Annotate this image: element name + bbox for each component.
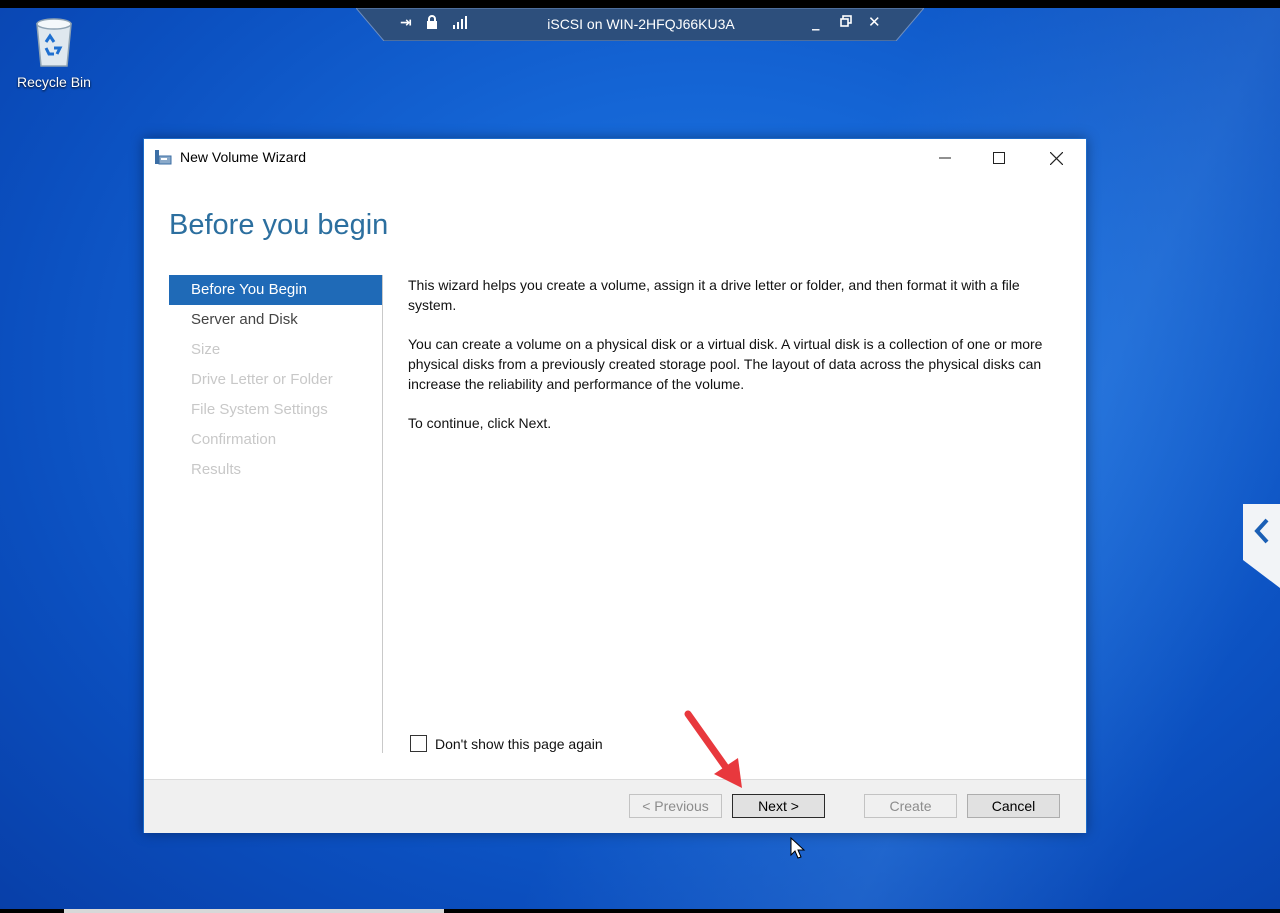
mouse-cursor-icon <box>790 837 806 859</box>
nav-step-file-system: File System Settings <box>191 401 328 418</box>
wizard-footer: < Previous Next > Create Cancel <box>144 779 1086 833</box>
minimize-icon <box>939 157 951 159</box>
continue-instruction: To continue, click Next. <box>408 415 552 431</box>
intro-paragraph: This wizard helps you create a volume, a… <box>408 277 1020 313</box>
recycle-bin-icon <box>36 18 72 67</box>
dont-show-checkbox[interactable] <box>410 735 427 752</box>
nav-step-server-and-disk[interactable]: Server and Disk <box>169 305 382 335</box>
charms-tab[interactable] <box>1243 504 1280 588</box>
close-button[interactable] <box>1035 145 1077 171</box>
dont-show-label: Don't show this page again <box>435 735 603 752</box>
annotation-arrow <box>684 710 742 788</box>
lock-icon <box>426 15 438 33</box>
nav-step-before-you-begin[interactable]: Before You Begin <box>169 275 382 305</box>
minimize-button[interactable] <box>924 145 966 171</box>
previous-button[interactable]: < Previous <box>629 794 722 818</box>
recycle-bin-shortcut[interactable]: Recycle Bin <box>12 14 96 90</box>
rdp-restore-button[interactable] <box>840 13 852 31</box>
pin-icon[interactable]: ⇥ <box>400 15 412 31</box>
wizard-step-nav: Before You Begin Server and Disk Size Dr… <box>169 275 382 485</box>
window-title: New Volume Wizard <box>180 149 307 165</box>
nav-step-size: Size <box>191 341 221 358</box>
nav-step-results: Results <box>191 461 242 478</box>
next-button[interactable]: Next > <box>732 794 825 818</box>
signal-icon[interactable] <box>452 15 468 33</box>
rdp-close-button[interactable]: ✕ <box>868 13 881 31</box>
wizard-content: This wizard helps you create a volume, a… <box>408 275 1068 452</box>
virtual-disk-paragraph: You can create a volume on a physical di… <box>408 336 1043 392</box>
maximize-button[interactable] <box>978 145 1020 171</box>
wizard-app-icon <box>154 149 172 170</box>
nav-divider <box>382 275 383 753</box>
cancel-button[interactable]: Cancel <box>967 794 1060 818</box>
taskbar-strip <box>0 909 1280 913</box>
maximize-icon <box>993 152 1005 164</box>
recycle-bin-label: Recycle Bin <box>17 74 91 90</box>
title-bar[interactable]: New Volume Wizard <box>144 139 1086 175</box>
new-volume-wizard-window: New Volume Wizard Before you begin Befor… <box>143 138 1087 833</box>
dont-show-again-option[interactable]: Don't show this page again <box>410 735 603 752</box>
create-button[interactable]: Create <box>864 794 957 818</box>
close-icon <box>1049 151 1063 165</box>
remote-session-title: iSCSI on WIN-2HFQJ66KU3A <box>547 16 735 32</box>
nav-step-drive-letter: Drive Letter or Folder <box>191 371 333 388</box>
page-heading: Before you begin <box>169 209 389 241</box>
remote-desktop-bar: ⇥ iSCSI on WIN-2HFQJ66KU3A _ ✕ <box>356 8 924 41</box>
rdp-minimize-button[interactable]: _ <box>812 13 820 31</box>
nav-step-confirmation: Confirmation <box>191 431 277 448</box>
